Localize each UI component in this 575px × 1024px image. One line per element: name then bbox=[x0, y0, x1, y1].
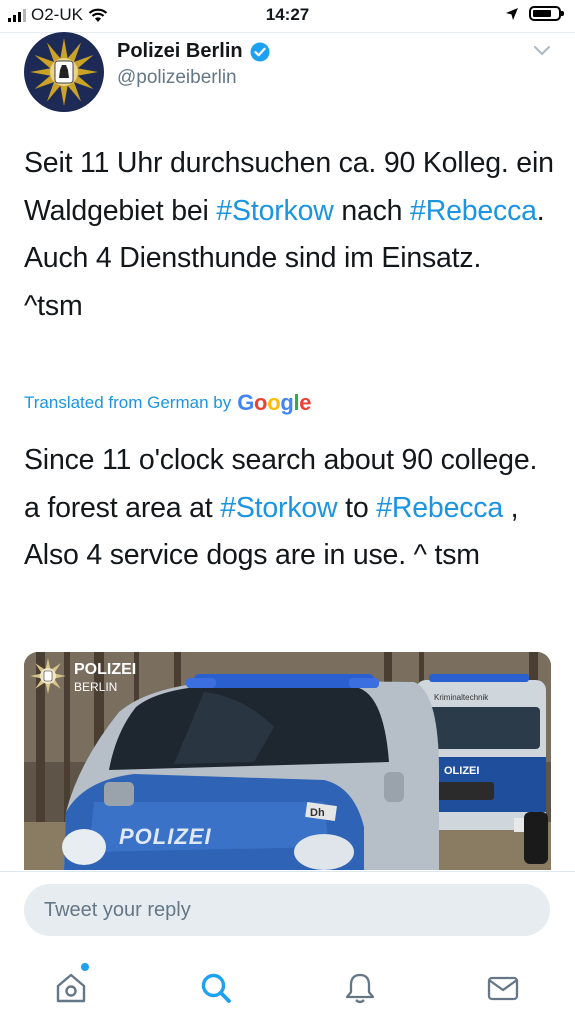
tweet-text: Seit 11 Uhr durchsuchen ca. 90 Kolleg. e… bbox=[24, 147, 554, 322]
clock: 14:27 bbox=[265, 5, 310, 24]
tab-bar bbox=[0, 950, 575, 1024]
notification-dot bbox=[81, 963, 89, 971]
battery-icon bbox=[529, 6, 564, 21]
tweet-photo[interactable]: Kriminaltechnik OLIZEI POLIZEI Dh POLIZE… bbox=[24, 652, 551, 870]
author-handle[interactable]: @polizeiberlin bbox=[117, 67, 270, 89]
translation-attribution[interactable]: Translated from German by Google bbox=[24, 390, 312, 416]
reply-input[interactable]: Tweet your reply bbox=[24, 884, 550, 936]
author-name[interactable]: Polizei Berlin bbox=[117, 40, 243, 63]
divider bbox=[0, 871, 575, 872]
search-icon[interactable] bbox=[196, 968, 236, 1008]
signoff: ^tsm bbox=[24, 289, 83, 322]
status-bar: O2-UK 14:27 bbox=[0, 0, 575, 32]
translated-text: Since 11 o'clock search about 90 college… bbox=[24, 444, 538, 571]
logo-line1: POLIZEI bbox=[74, 661, 136, 678]
police-star-icon bbox=[30, 38, 98, 106]
hashtag-link[interactable]: #Rebecca bbox=[410, 195, 537, 227]
chevron-down-icon[interactable] bbox=[533, 44, 551, 62]
van-text: POLIZEI bbox=[119, 824, 212, 849]
verified-badge-icon bbox=[250, 42, 270, 61]
divider bbox=[0, 32, 575, 33]
van-small-text: Dh bbox=[310, 807, 325, 819]
hashtag-link[interactable]: #Storkow bbox=[216, 195, 333, 227]
notifications-icon[interactable] bbox=[340, 968, 380, 1008]
hashtag-link[interactable]: #Storkow bbox=[220, 492, 337, 524]
rear-van-label: OLIZEI bbox=[444, 765, 479, 777]
home-icon[interactable] bbox=[51, 968, 91, 1008]
hashtag-link[interactable]: #Rebecca bbox=[376, 492, 503, 524]
google-logo: Google bbox=[237, 390, 312, 415]
reply-placeholder: Tweet your reply bbox=[44, 898, 191, 921]
logo-line2: BERLIN bbox=[74, 680, 117, 694]
location-arrow-icon bbox=[506, 7, 518, 20]
avatar[interactable] bbox=[24, 32, 104, 112]
messages-icon[interactable] bbox=[483, 968, 523, 1008]
rear-van-text: Kriminaltechnik bbox=[434, 693, 489, 702]
